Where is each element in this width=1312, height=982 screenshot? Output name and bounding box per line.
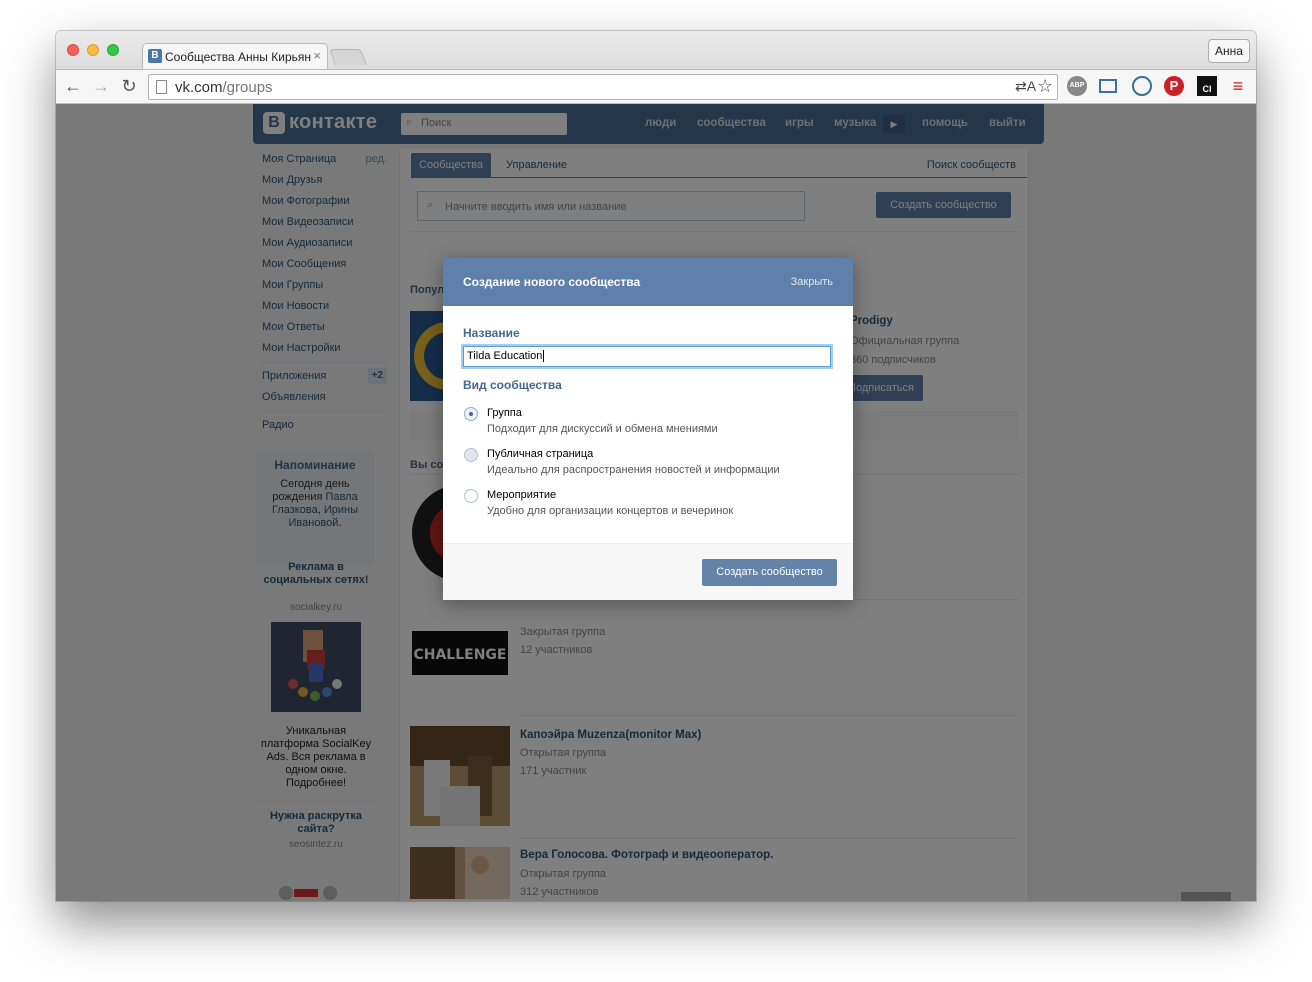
reload-icon[interactable]: ↻ [118,75,140,97]
browser-toolbar: ← → ↻ vk.com/groups ⇄A ☆ ABP P CI ≡ [56,69,1256,104]
radio-label-group[interactable]: Группа [487,407,522,419]
radio-label-event[interactable]: Мероприятие [487,489,556,501]
browser-tab-active[interactable]: В Сообщества Анны Кирьяновой × [142,43,328,69]
radio-group[interactable] [464,407,478,421]
modal-header: Создание нового сообщества Закрыть [443,258,853,306]
radio-label-public-page[interactable]: Публичная страница [487,448,593,460]
page-icon [156,80,167,94]
url-text: vk.com/groups [175,79,273,96]
vk-page: В контакте ⌕ Поиск люди сообщества игры … [56,104,1256,901]
text-caret [543,350,545,363]
type-label: Вид сообщества [463,378,562,392]
address-bar[interactable]: vk.com/groups ⇄A ☆ [148,74,1058,100]
radio-public-page[interactable] [464,448,478,462]
browser-titlebar: В Сообщества Анны Кирьяновой × Анна [56,31,1256,69]
community-name-value: Tilda Education [467,350,545,363]
ci-extension-icon[interactable]: CI [1197,76,1217,96]
tab-title: Сообщества Анны Кирьяновой [165,50,311,64]
extension-drop-icon[interactable] [1132,76,1152,96]
modal-title: Создание нового сообщества [463,275,641,289]
browser-menu-icon[interactable]: ≡ [1228,76,1248,96]
community-name-input[interactable]: Tilda Education [463,346,831,367]
profile-button[interactable]: Анна [1208,39,1250,63]
create-community-submit-button[interactable]: Создать сообщество [702,559,837,586]
browser-window: В Сообщества Анны Кирьяновой × Анна ← → … [56,31,1256,901]
close-window-button[interactable] [67,44,79,56]
translate-icon[interactable]: ⇄A [1015,78,1036,95]
radio-desc-group: Подходит для дискуссий и обмена мнениями [487,423,718,435]
radio-event[interactable] [464,489,478,503]
minimize-window-button[interactable] [87,44,99,56]
new-tab-button[interactable] [329,49,367,65]
radio-desc-public-page: Идеально для распространения новостей и … [487,464,780,476]
modal-footer: Создать сообщество [443,543,853,600]
modal-close-link[interactable]: Закрыть [791,276,833,288]
create-community-modal: Создание нового сообщества Закрыть Назва… [443,258,853,600]
zoom-window-button[interactable] [107,44,119,56]
tab-close-icon[interactable]: × [313,48,321,63]
name-label: Название [463,326,520,340]
adblock-icon[interactable]: ABP [1067,76,1087,96]
pinterest-icon[interactable]: P [1164,76,1184,96]
back-arrow-icon[interactable]: ← [62,75,84,97]
forward-arrow-icon[interactable]: → [90,75,112,97]
vk-favicon-icon: В [148,49,162,63]
radio-desc-event: Удобно для организации концертов и вечер… [487,505,734,517]
bookmark-star-icon[interactable]: ☆ [1037,76,1053,97]
screenshot-icon[interactable] [1099,79,1117,93]
